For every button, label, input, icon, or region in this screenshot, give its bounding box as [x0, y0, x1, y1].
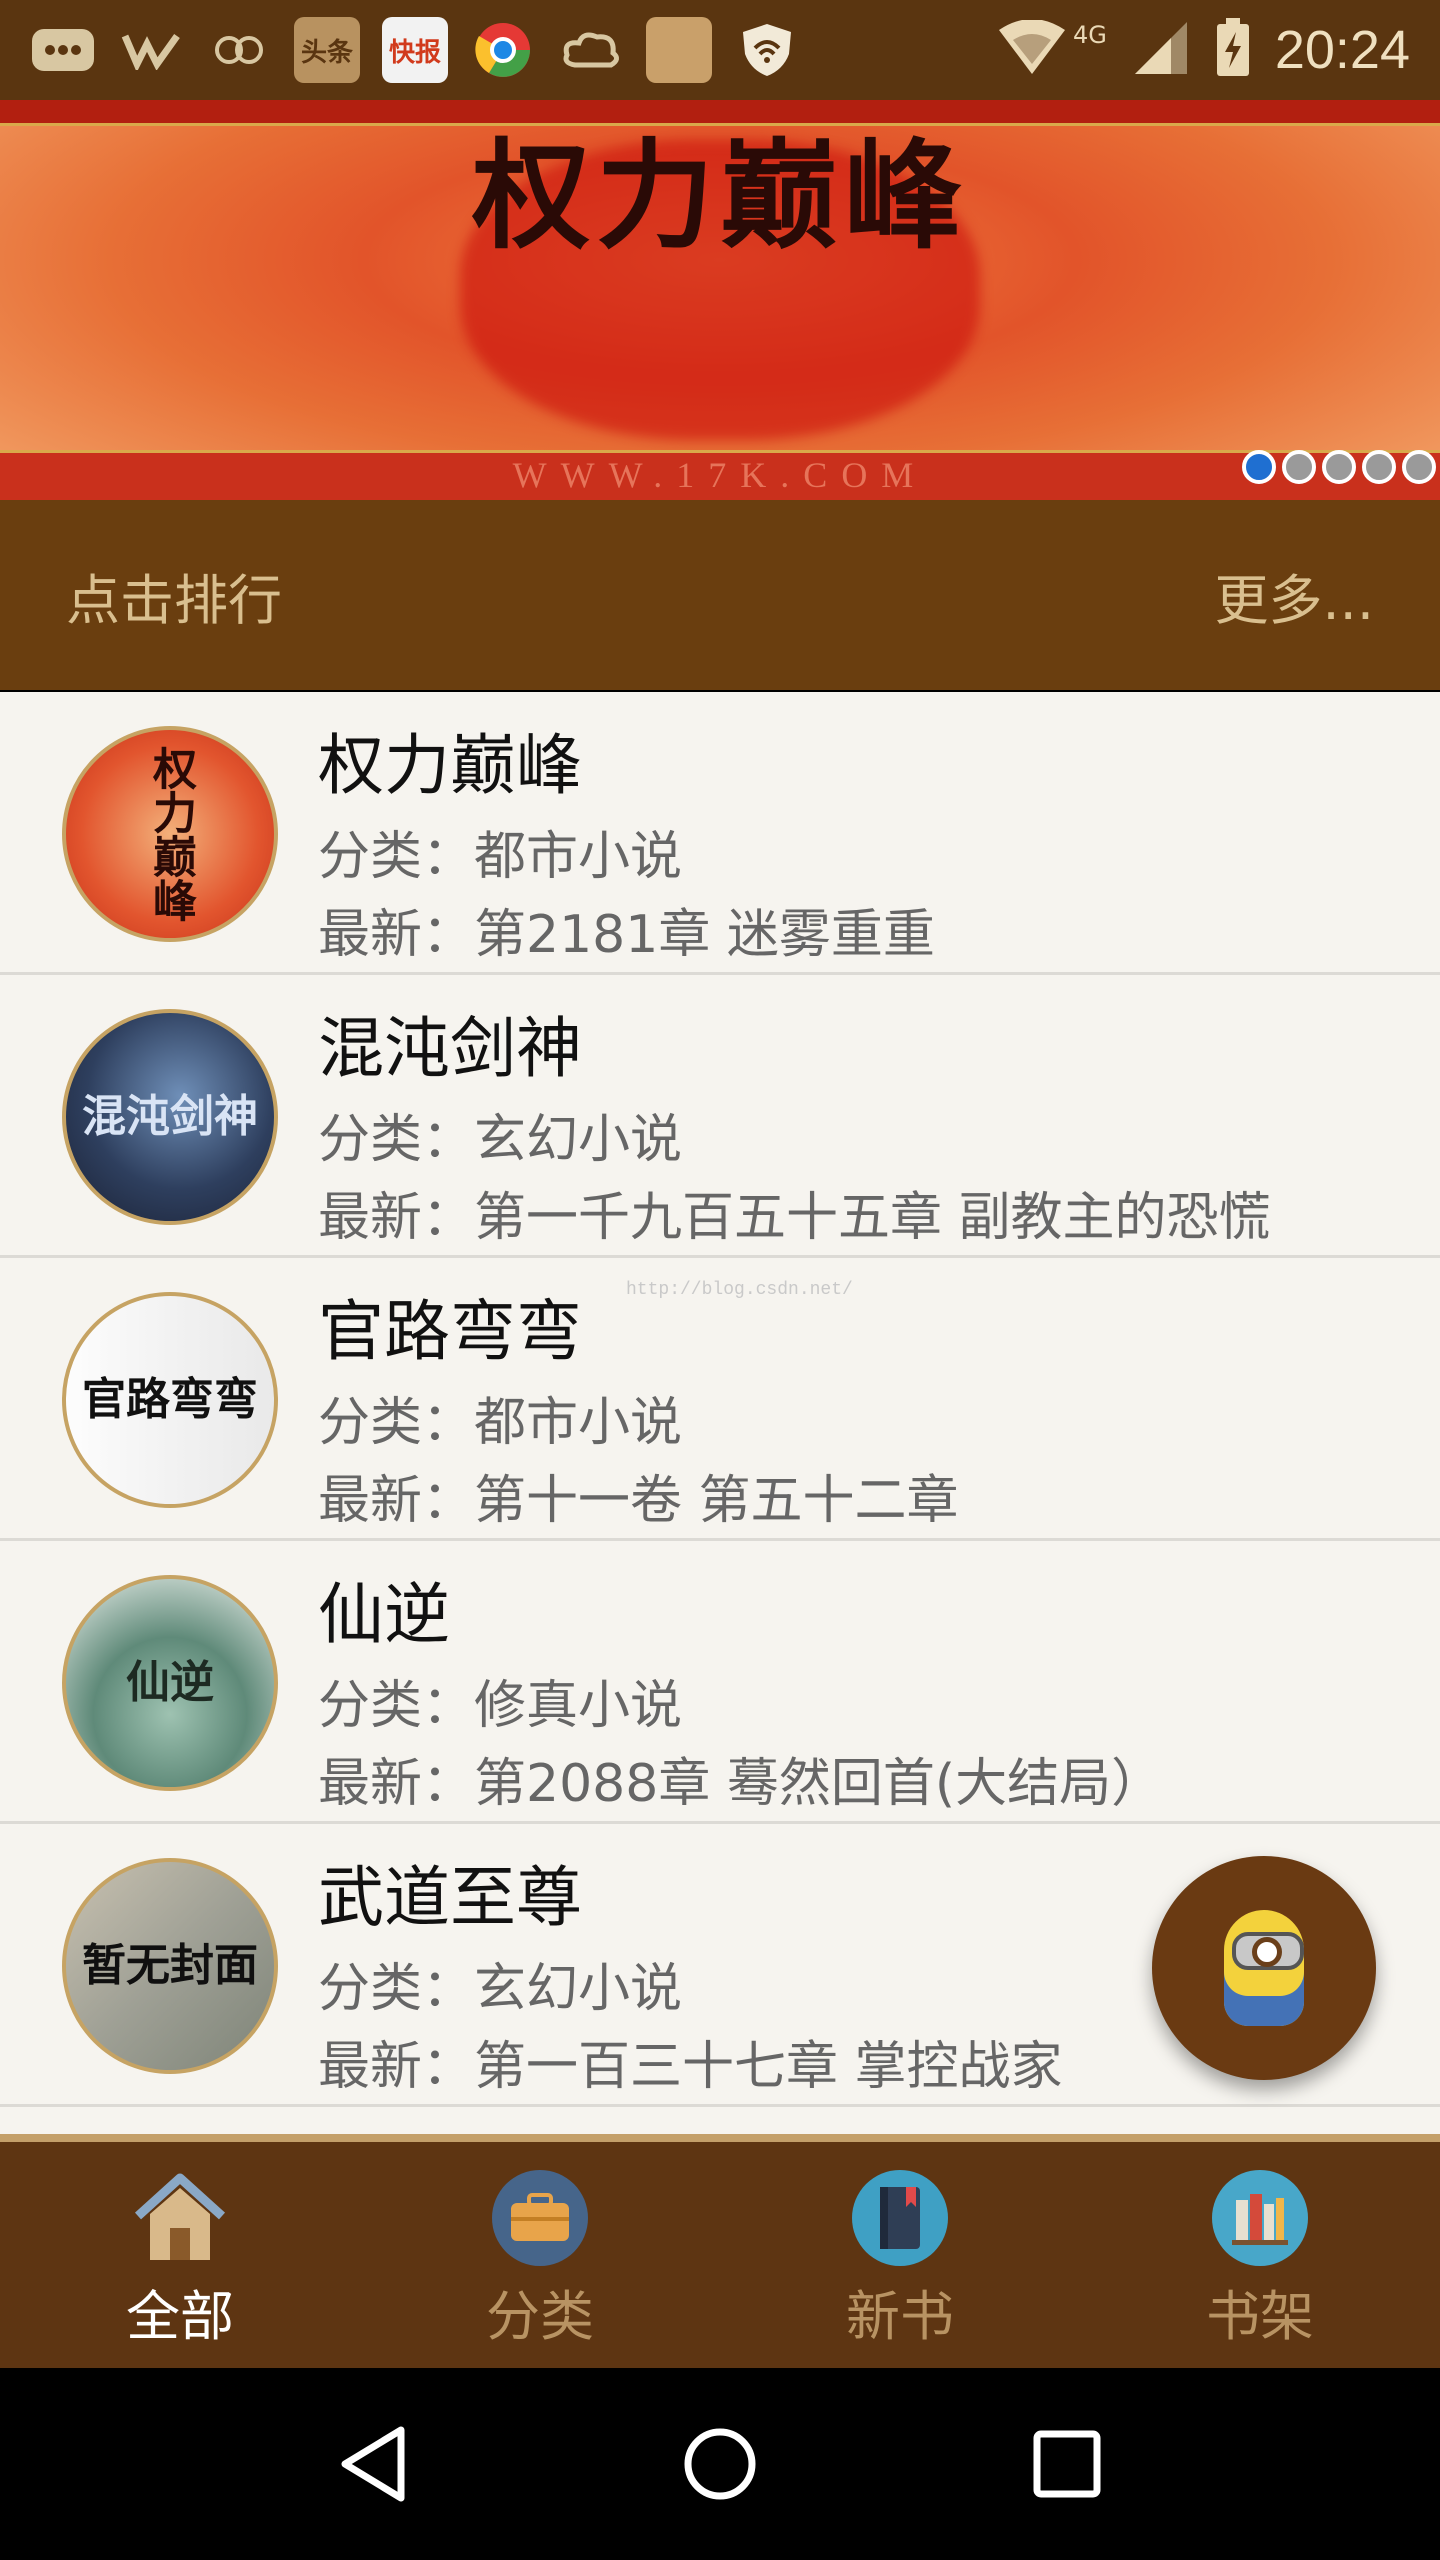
rank-title: 点击排行: [66, 568, 282, 632]
book-cover: 官路弯弯: [62, 1292, 278, 1508]
message-icon: [30, 17, 96, 83]
toutiao-icon: 头条: [294, 17, 360, 83]
book-cover: 仙逆: [62, 1575, 278, 1791]
network-type: 4G: [1072, 21, 1107, 49]
wifi-icon: [997, 19, 1067, 80]
image-icon: [646, 17, 712, 83]
book-cover: 权力巅峰: [62, 726, 278, 942]
book-latest-chapter: 最新：第一千九百五十五章 副教主的恐慌: [318, 1188, 1271, 1248]
carousel-dot[interactable]: [1402, 450, 1436, 484]
signal-icon: [1131, 20, 1191, 80]
shield-icon: [734, 17, 800, 83]
bookshelf-icon: [1212, 2170, 1308, 2266]
kuaibao-icon: 快报: [382, 17, 448, 83]
book-row[interactable]: 混沌剑神 混沌剑神 分类：玄幻小说 最新：第一千九百五十五章 副教主的恐慌: [0, 975, 1440, 1258]
tab-label: 分类: [486, 2285, 594, 2348]
book-row[interactable]: 仙逆 仙逆 分类：修真小说 最新：第2088章 蓦然回首(大结局）: [0, 1541, 1440, 1824]
rank-header: 点击排行 更多...: [0, 500, 1440, 690]
clock: 20:24: [1274, 20, 1410, 80]
tab-all[interactable]: 全部: [0, 2142, 360, 2368]
tab-label: 全部: [126, 2285, 234, 2348]
battery-charging-icon: [1215, 18, 1251, 82]
book-title: 仙逆: [318, 1576, 450, 1653]
minion-icon: [1224, 1910, 1304, 2026]
chrome-like-icon: [470, 17, 536, 83]
carousel-dot[interactable]: [1242, 450, 1276, 484]
back-button[interactable]: [328, 2419, 418, 2509]
book-title: 权力巅峰: [318, 727, 582, 804]
book-category: 分类：修真小说: [318, 1676, 683, 1736]
book-title: 混沌剑神: [318, 1010, 582, 1087]
bottom-nav: 全部 分类 新书 书架: [0, 2134, 1440, 2368]
book-cover: 暂无封面: [62, 1858, 278, 2074]
floating-action-button[interactable]: [1152, 1856, 1376, 2080]
weibo-icon: [118, 17, 184, 83]
book-title: 官路弯弯: [318, 1293, 582, 1370]
tab-label: 新书: [846, 2285, 954, 2348]
book-cover: 混沌剑神: [62, 1009, 278, 1225]
book-row[interactable]: 官路弯弯 官路弯弯 分类：都市小说 最新：第十一卷 第五十二章: [0, 1258, 1440, 1541]
cloud-icon: [558, 17, 624, 83]
book-latest-chapter: 最新：第2181章 迷雾重重: [318, 905, 935, 965]
recents-button[interactable]: [1022, 2419, 1112, 2509]
notification-icons: 头条 快报: [30, 17, 800, 83]
book-title: 武道至尊: [318, 1859, 582, 1936]
tab-new-books[interactable]: 新书: [720, 2142, 1080, 2368]
book-row[interactable]: 权力巅峰 权力巅峰 分类：都市小说 最新：第2181章 迷雾重重: [0, 692, 1440, 975]
watermark: http://blog.csdn.net/: [626, 1280, 853, 1300]
book-category: 分类：玄幻小说: [318, 1959, 683, 2019]
circles-icon: [206, 17, 272, 83]
home-icon: [132, 2170, 228, 2266]
book-icon: [852, 2170, 948, 2266]
more-link[interactable]: 更多...: [1215, 556, 1375, 635]
tab-label: 书架: [1206, 2285, 1314, 2348]
book-latest-chapter: 最新：第2088章 蓦然回首(大结局）: [318, 1754, 1164, 1814]
banner-url: WWW.17K.COM: [512, 455, 928, 495]
briefcase-icon: [492, 2170, 588, 2266]
status-bar: 头条 快报 4G 20:24: [0, 0, 1440, 100]
carousel-indicator: [1242, 450, 1436, 484]
book-latest-chapter: 最新：第十一卷 第五十二章: [318, 1471, 959, 1531]
book-category: 分类：玄幻小说: [318, 1110, 683, 1170]
book-latest-chapter: 最新：第一百三十七章 掌控战家: [318, 2037, 1063, 2097]
system-status: 4G 20:24: [997, 18, 1410, 82]
carousel-dot[interactable]: [1362, 450, 1396, 484]
carousel-dot[interactable]: [1322, 450, 1356, 484]
book-category: 分类：都市小说: [318, 1393, 683, 1453]
book-category: 分类：都市小说: [318, 827, 683, 887]
tab-bookshelf[interactable]: 书架: [1080, 2142, 1440, 2368]
home-button[interactable]: [675, 2419, 765, 2509]
banner-title: 权力巅峰: [471, 126, 968, 265]
banner-top-border: [0, 100, 1440, 126]
system-nav-bar: [0, 2368, 1440, 2560]
tab-category[interactable]: 分类: [360, 2142, 720, 2368]
carousel-dot[interactable]: [1282, 450, 1316, 484]
banner-carousel[interactable]: 权力巅峰 梦人洪荒 著 WWW.17K.COM: [0, 100, 1440, 500]
